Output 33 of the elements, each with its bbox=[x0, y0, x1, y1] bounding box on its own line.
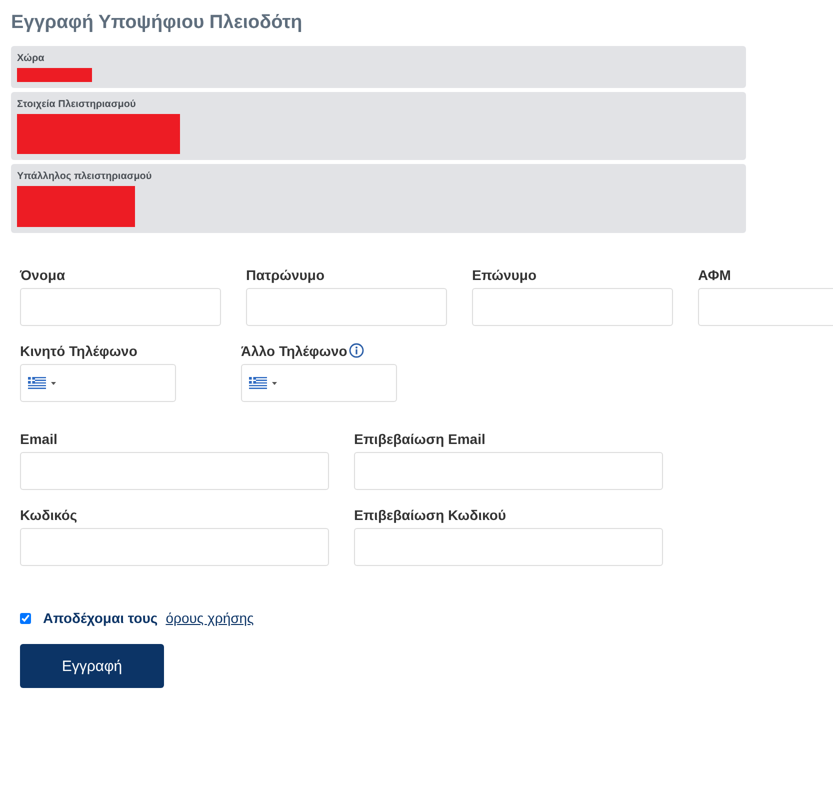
input-field[interactable] bbox=[472, 288, 673, 326]
field-label: Επιβεβαίωση Κωδικού bbox=[354, 506, 508, 523]
phone-field[interactable] bbox=[20, 364, 176, 402]
input-field[interactable] bbox=[20, 528, 329, 566]
input-field[interactable] bbox=[246, 288, 447, 326]
terms-text: Αποδέχομαι τους bbox=[43, 610, 158, 626]
panel-label: Υπάλληλος πλειστηριασμού bbox=[17, 171, 153, 182]
register-button[interactable]: Εγγραφή bbox=[20, 644, 164, 688]
input-field[interactable] bbox=[20, 452, 329, 490]
terms-link[interactable]: όρους χρήσης bbox=[166, 610, 254, 626]
greek-flag-icon bbox=[28, 377, 46, 389]
terms-checkbox[interactable] bbox=[20, 612, 31, 624]
field-label: Email bbox=[20, 430, 58, 447]
input-field[interactable] bbox=[354, 452, 663, 490]
field-label: Άλλο Τηλέφωνο bbox=[241, 342, 348, 358]
caret-icon bbox=[51, 382, 56, 384]
field-label: Πατρώνυμο bbox=[246, 266, 326, 283]
input-field[interactable] bbox=[698, 288, 833, 326]
field-label: Όνομα bbox=[20, 266, 66, 283]
panel-label: Στοιχεία Πλειστηριασμού bbox=[17, 99, 137, 110]
field-label: Κωδικός bbox=[20, 506, 78, 523]
caret-icon bbox=[272, 382, 277, 384]
greek-flag-icon bbox=[249, 377, 267, 389]
field-label: ΑΦΜ bbox=[698, 266, 732, 283]
panel-label: Χώρα bbox=[17, 53, 46, 64]
page-title: Εγγραφή Υποψήφιου Πλειοδότη bbox=[11, 12, 304, 34]
input-field[interactable] bbox=[354, 528, 663, 566]
field-label: Επιβεβαίωση Email bbox=[354, 430, 486, 447]
phone-field[interactable] bbox=[241, 364, 397, 402]
input-field[interactable] bbox=[20, 288, 221, 326]
field-label: Κινητό Τηλέφωνο bbox=[20, 342, 138, 358]
info-icon[interactable] bbox=[349, 343, 364, 358]
field-label: Επώνυμο bbox=[472, 266, 538, 283]
